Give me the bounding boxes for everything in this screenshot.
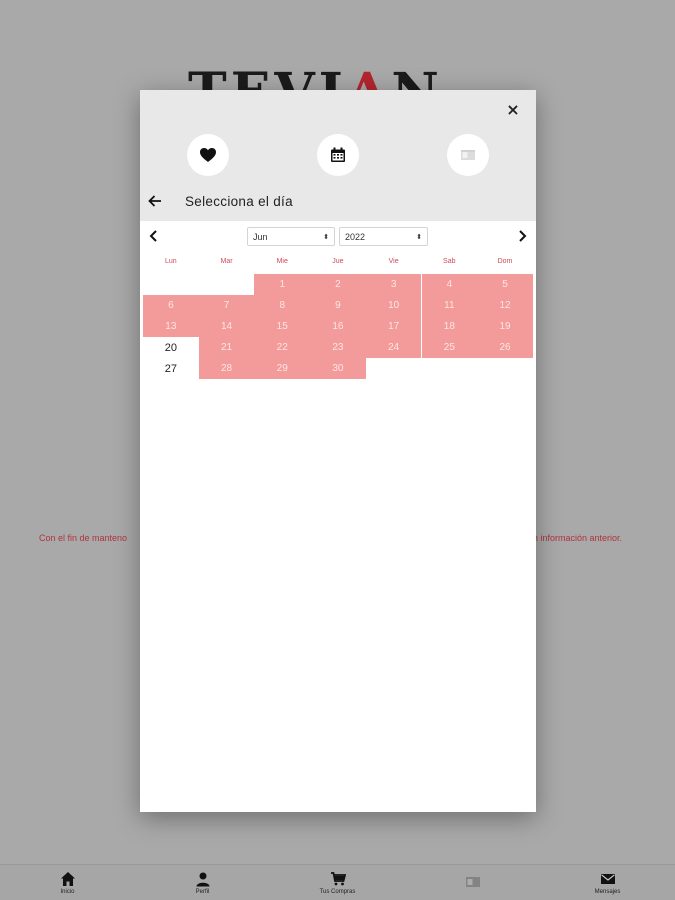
calendar-day-unavailable: 12 [477,295,533,316]
calendar-day-unavailable: 25 [421,337,478,358]
calendar-day-unavailable: 8 [254,295,311,316]
calendar-day-unavailable: 3 [365,274,422,295]
select-arrows-icon: ⬍ [416,233,422,241]
weekday-header: Lun Mar Mie Jue Vie Sab Dom [143,258,533,272]
calendar-controls: Jun ⬍ 2022 ⬍ [140,221,536,251]
heart-icon [200,148,216,162]
calendar-day-unavailable: 16 [310,316,366,337]
calendar-day-unavailable: 2 [310,274,366,295]
arrow-left-icon [148,195,161,207]
step-calendar[interactable] [317,134,359,176]
next-month-button[interactable] [516,228,530,244]
month-select[interactable]: Jun ⬍ [247,227,335,246]
cart-icon [330,871,346,885]
calendar-day-unavailable: 23 [310,337,366,358]
calendar-day-unavailable: 29 [254,358,311,379]
background-notice-right: n información anterior. [533,533,623,543]
mail-icon [600,873,615,884]
weekday-label: Mar [220,258,233,265]
nav-item-mensajes[interactable]: Mensajes [563,871,653,895]
nav-label-tus-compras: Tus Compras [319,888,356,895]
nav-item-tus-compras[interactable]: Tus Compras [293,871,383,895]
close-button[interactable]: × [502,98,524,120]
weekday-label: Sab [443,258,456,265]
ticket-icon [465,876,480,887]
year-select[interactable]: 2022 ⬍ [339,227,428,246]
bottom-navigation: Inicio Perfil Tus Compras Mensajes [0,864,675,900]
step-title-row: Selecciona el día [140,188,536,214]
step-title: Selecciona el día [185,193,293,209]
calendar-day-unavailable: 7 [198,295,255,316]
calendar-day-available[interactable]: 27 [143,358,199,379]
nav-label-inicio: Inicio [60,888,75,895]
background-notice-left: Con el fin de manteno [39,533,128,543]
calendar-day-unavailable: 6 [143,295,199,316]
calendar-day-unavailable: 14 [198,316,255,337]
calendar-day-unavailable: 13 [143,316,199,337]
calendar-icon [331,147,345,162]
calendar-day-unavailable: 11 [421,295,478,316]
chevron-right-icon [519,230,527,242]
date-picker-modal: × Selecciona el día Jun ⬍ 2022 ⬍ Lun Mar… [140,90,536,812]
prev-month-button[interactable] [146,228,160,244]
nav-label-perfil: Perfil [195,888,210,895]
weekday-label: Dom [497,258,513,265]
ticket-icon [461,150,475,160]
calendar-day-unavailable: 10 [365,295,422,316]
calendar-day-unavailable: 19 [477,316,533,337]
modal-header: × Selecciona el día [140,90,536,221]
calendar-day-unavailable: 5 [477,274,533,295]
calendar-day-unavailable: 21 [198,337,255,358]
step-favorites[interactable] [187,134,229,176]
calendar-day-unavailable: 24 [365,337,422,358]
select-arrows-icon: ⬍ [323,233,329,241]
calendar-day-unavailable: 30 [310,358,366,379]
calendar-day-unavailable: 28 [198,358,255,379]
weekday-label: Mie [276,258,288,265]
calendar-day-unavailable: 22 [254,337,311,358]
calendar-day-unavailable: 26 [477,337,533,358]
month-select-value: Jun [253,231,268,242]
weekday-label: Vie [388,258,399,265]
calendar-day-unavailable: 1 [254,274,311,295]
weekday-label: Jue [332,258,344,265]
calendar-day-unavailable: 9 [310,295,366,316]
nav-item-inicio[interactable]: Inicio [23,871,113,895]
calendar-day-available[interactable]: 20 [143,337,199,358]
nav-label-mensajes: Mensajes [594,888,621,895]
home-icon [60,871,75,886]
nav-item-tickets[interactable] [428,874,518,892]
calendar-day-unavailable: 18 [421,316,478,337]
chevron-left-icon [149,230,157,242]
calendar-day-unavailable: 4 [421,274,478,295]
user-icon [196,872,209,886]
weekday-label: Lun [165,258,177,265]
calendar-day-unavailable: 17 [365,316,422,337]
year-select-value: 2022 [345,231,366,242]
nav-item-perfil[interactable]: Perfil [158,871,248,895]
calendar-day-unavailable: 15 [254,316,311,337]
back-button[interactable] [148,194,178,208]
step-tickets[interactable] [447,134,489,176]
